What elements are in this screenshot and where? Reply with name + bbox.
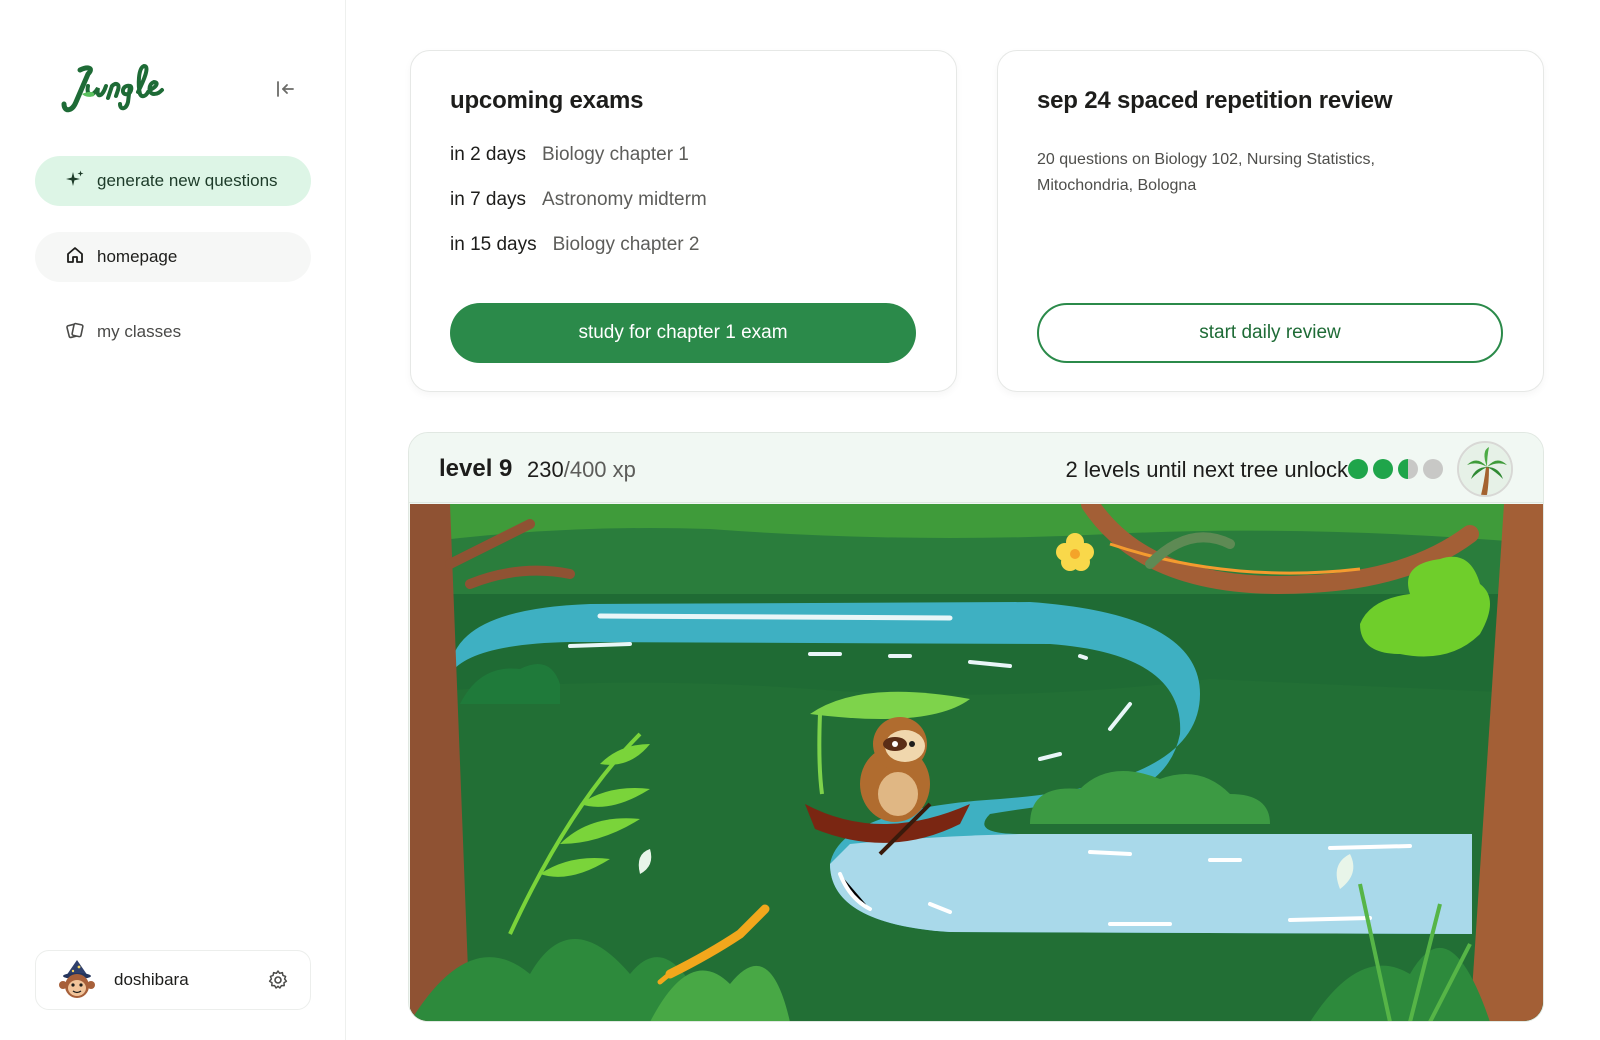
sidebar-item-homepage[interactable]: homepage [35,232,311,282]
upcoming-exams-card: upcoming exams in 2 days Biology chapter… [410,50,957,392]
exam-when: in 15 days [450,234,537,255]
level-progress-panel: level 9 230/400 xp 2 levels until next t… [408,432,1544,1022]
username: doshibara [114,970,189,989]
spaced-repetition-card: sep 24 spaced repetition review 20 quest… [997,50,1544,392]
exam-row[interactable]: in 7 days Astronomy midterm [450,189,707,211]
user-profile-card[interactable]: doshibara [35,950,311,1010]
collapse-left-icon[interactable] [272,76,298,102]
xp-current: 230 [527,457,564,482]
exam-row[interactable]: in 15 days Biology chapter 2 [450,234,699,256]
card-title: upcoming exams [450,87,644,114]
home-icon [65,245,85,270]
level-header: level 9 230/400 xp 2 levels until next t… [409,433,1543,503]
progress-dot [1348,459,1368,479]
jungle-logo[interactable] [58,56,168,120]
review-description: 20 questions on Biology 102, Nursing Sta… [1037,151,1375,194]
sidebar-item-label: homepage [97,247,178,266]
cards-icon [65,320,85,345]
study-exam-button[interactable]: study for chapter 1 exam [450,303,916,363]
card-title: sep 24 spaced repetition review [1037,87,1393,114]
exam-when: in 2 days [450,144,527,165]
sidebar-item-label: my classes [97,322,182,341]
generate-questions-button[interactable]: generate new questions [35,156,311,206]
exam-name: Biology chapter 1 [542,144,689,165]
progress-dot [1423,459,1443,479]
exam-when: in 7 days [450,189,527,210]
level-progress-dots [1348,459,1443,479]
sparkle-icon [65,169,85,194]
exam-name: Biology chapter 2 [552,234,700,255]
exam-name: Astronomy midterm [542,189,707,210]
start-daily-review-button[interactable]: start daily review [1037,303,1503,363]
app-root: generate new questions homepage my class… [0,0,1600,1040]
sidebar-item-my-classes[interactable]: my classes [35,307,311,357]
sidebar: generate new questions homepage my class… [0,0,346,1040]
jungle-river-illustration [410,504,1543,1021]
gear-icon[interactable] [266,968,290,992]
palm-tree-icon[interactable] [1457,441,1513,497]
avatar [58,958,96,1003]
generate-questions-label: generate new questions [97,171,278,190]
progress-dot [1398,459,1418,479]
xp-total: /400 xp [563,457,636,482]
level-label: level 9 [439,455,513,482]
xp-label: 230/400 xp [527,457,636,483]
tree-unlock-text: 2 levels until next tree unlock [1065,457,1349,482]
exam-row[interactable]: in 2 days Biology chapter 1 [450,144,689,166]
progress-dot [1373,459,1393,479]
